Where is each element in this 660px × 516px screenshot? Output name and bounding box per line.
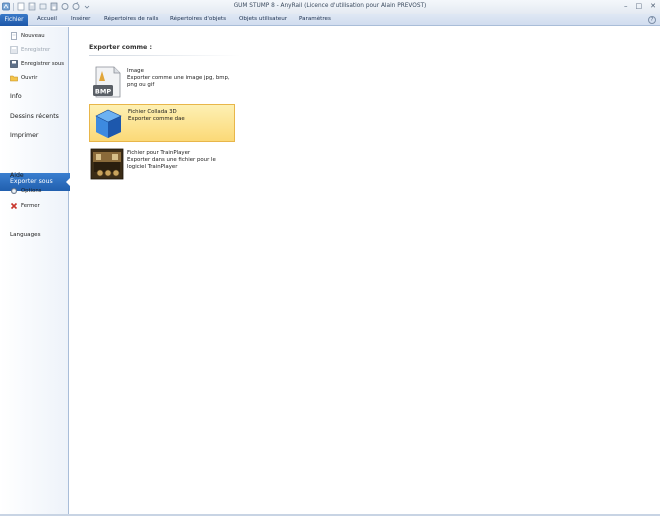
options-command[interactable]: Options: [10, 186, 41, 196]
image-option-title: Image: [127, 68, 144, 74]
open-command[interactable]: Ouvrir: [10, 73, 38, 83]
tab-user-objects[interactable]: Objets utilisateur: [239, 16, 287, 22]
save-as-command[interactable]: Enregistrer sous: [10, 59, 64, 69]
export-panel: Exporter comme : BMP Image Exporter comm…: [70, 27, 660, 516]
window-controls: – □ ✕: [624, 2, 656, 10]
close-window-button[interactable]: ✕: [650, 2, 656, 10]
image-option-description: Exporter comme une image jpg, bmp, png o…: [127, 75, 230, 88]
close-command[interactable]: Fermer: [10, 201, 40, 211]
options-label: Options: [21, 188, 42, 194]
nav-recent-drawings[interactable]: Dessins récents: [10, 113, 59, 120]
tab-settings[interactable]: Paramètres: [299, 16, 331, 22]
svg-text:BMP: BMP: [95, 88, 111, 96]
window-title: GUM STUMP 8 - AnyRail (Licence d'utilisa…: [233, 3, 427, 9]
new-label: Nouveau: [21, 33, 45, 39]
nav-info[interactable]: Info: [10, 93, 22, 100]
export-trainplayer-option[interactable]: Fichier pour TrainPlayer Exporter dans u…: [89, 146, 235, 184]
export-heading: Exporter comme :: [89, 44, 153, 51]
trainplayer-icon: [90, 147, 124, 181]
nav-languages[interactable]: Languages: [10, 232, 41, 238]
backstage-nav: Nouveau Enregistrer Enregistrer sous Ouv…: [0, 27, 71, 516]
maximize-button[interactable]: □: [636, 2, 643, 10]
collada-option-title: Fichier Collada 3D: [128, 109, 177, 115]
save-as-icon: [10, 60, 18, 68]
bmp-image-icon: BMP: [90, 65, 124, 99]
collada-option-description: Exporter comme dae: [128, 116, 185, 122]
options-icon: [10, 187, 18, 195]
save-icon: [10, 46, 18, 54]
tab-home[interactable]: Accueil: [37, 16, 57, 22]
title-bar: GUM STUMP 8 - AnyRail (Licence d'utilisa…: [0, 0, 660, 14]
minimize-button[interactable]: –: [624, 2, 628, 10]
tab-object-libraries[interactable]: Répertoires d'objets: [170, 16, 226, 22]
save-command[interactable]: Enregistrer: [10, 45, 50, 55]
nav-help[interactable]: Aide: [10, 172, 24, 179]
trainplayer-option-description: Exporter dans une fichier pour le logici…: [127, 157, 216, 170]
save-label: Enregistrer: [21, 47, 51, 53]
new-command[interactable]: Nouveau: [10, 31, 45, 41]
close-label: Fermer: [21, 203, 40, 209]
save-as-label: Enregistrer sous: [21, 61, 64, 67]
close-icon: [10, 202, 18, 210]
tab-insert[interactable]: Insérer: [71, 16, 90, 22]
tab-file[interactable]: Fichier: [0, 14, 28, 26]
new-document-icon: [10, 32, 18, 40]
export-collada-option[interactable]: Fichier Collada 3D Exporter comme dae: [89, 104, 235, 142]
open-folder-icon: [10, 74, 18, 82]
collada-cube-icon: [91, 106, 125, 140]
tab-rail-libraries[interactable]: Répertoires de rails: [104, 16, 158, 22]
help-icon[interactable]: ?: [648, 16, 656, 24]
heading-divider: [89, 55, 241, 56]
nav-export-as-label: Exporter sous: [10, 178, 53, 185]
nav-print[interactable]: Imprimer: [10, 132, 38, 139]
export-image-option[interactable]: BMP Image Exporter comme une image jpg, …: [89, 64, 235, 102]
open-label: Ouvrir: [21, 75, 38, 81]
ribbon-tab-bar: Fichier Accueil Insérer Répertoires de r…: [0, 14, 660, 26]
trainplayer-option-title: Fichier pour TrainPlayer: [127, 150, 191, 156]
